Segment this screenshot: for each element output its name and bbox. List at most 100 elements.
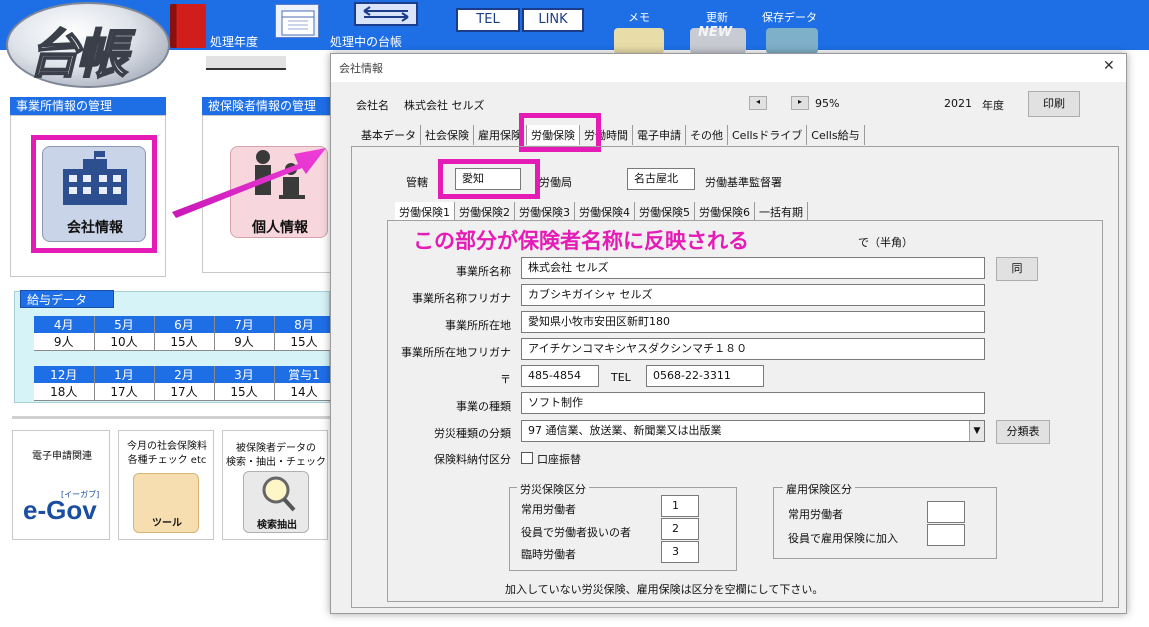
insured-section-header: 被保険者情報の管理 <box>202 97 342 115</box>
tools-label-2: 各種チェック etc <box>127 455 207 466</box>
count-cell: 9人 <box>214 333 275 351</box>
divider <box>12 416 330 419</box>
year-value-field[interactable] <box>206 56 286 70</box>
month-cell[interactable]: 6月 <box>154 316 215 333</box>
tab-e-application[interactable]: 電子申請 <box>633 125 686 145</box>
month-cell[interactable]: 4月 <box>34 316 95 333</box>
month-cell[interactable]: 12月 <box>34 366 95 383</box>
office-name-label: 事業所名称 <box>456 265 511 278</box>
link-button[interactable]: LINK <box>522 8 584 32</box>
close-icon[interactable]: ✕ <box>1103 58 1115 74</box>
subtab-labor-4[interactable]: 労働保険4 <box>575 202 635 222</box>
office-kana-input[interactable]: カブシキガイシャ セルズ <box>521 284 985 306</box>
tools-label-1: 今月の社会保険料 <box>127 441 207 452</box>
employment-row-input[interactable] <box>927 524 965 546</box>
print-button[interactable]: 印刷 <box>1028 91 1080 117</box>
zoom-out-button[interactable]: ◂ <box>749 96 767 110</box>
month-cell[interactable]: 1月 <box>94 366 155 383</box>
month-cell[interactable]: 7月 <box>214 316 275 333</box>
labor-bureau-suffix: 労働局 <box>539 176 572 189</box>
employment-row-label: 役員で雇用保険に加入 <box>788 532 898 545</box>
office-name-input[interactable]: 株式会社 セルズ <box>521 257 985 279</box>
book-icon[interactable] <box>170 4 206 48</box>
tools-panel[interactable]: 今月の社会保険料 各種チェック etc ツール <box>118 430 214 540</box>
count-cell: 18人 <box>34 383 95 401</box>
subtab-lump-sum[interactable]: 一括有期 <box>755 202 808 222</box>
count-cell: 15人 <box>214 383 275 401</box>
tools-icon[interactable]: ツール <box>133 473 199 533</box>
address-kana-input[interactable]: アイチケンコマキシヤスダクシンマチ１８０ <box>521 338 985 360</box>
tab-cells-drive[interactable]: Cellsドライブ <box>728 125 808 145</box>
tel-button[interactable]: TEL <box>456 8 520 32</box>
accident-row-label: 臨時労働者 <box>521 548 576 561</box>
annotation-tail: で（半角） <box>858 236 913 249</box>
payroll-header: 給与データ <box>20 290 114 308</box>
office-kana-label: 事業所名称フリガナ <box>412 292 511 305</box>
accident-group-title: 労災保険区分 <box>517 481 589 497</box>
same-button[interactable]: 同 <box>996 257 1038 281</box>
footer-note: 加入していない労災保険、雇用保険は区分を空欄にして下さい。 <box>505 583 824 596</box>
bank-transfer-label: 口座振替 <box>537 453 581 466</box>
month-cell[interactable]: 2月 <box>154 366 215 383</box>
tab-basic[interactable]: 基本データ <box>357 125 421 145</box>
month-cell[interactable]: 5月 <box>94 316 155 333</box>
subtab-labor-5[interactable]: 労働保険5 <box>635 202 695 222</box>
egov-logo: e-Gov <box>23 495 97 525</box>
magnifier-icon <box>262 476 296 512</box>
dialog-titlebar: 会社情報 ✕ <box>331 54 1126 82</box>
address-label: 事業所所在地 <box>445 319 511 332</box>
update-icon[interactable]: NEW <box>690 25 746 54</box>
employment-group-title: 雇用保険区分 <box>783 481 855 497</box>
building-icon <box>63 151 127 205</box>
office-section-header: 事業所情報の管理 <box>10 97 166 115</box>
business-type-input[interactable]: ソフト制作 <box>521 392 985 414</box>
month-cell[interactable]: 賞与1 <box>274 366 335 383</box>
inspection-office-input[interactable]: 名古屋北 <box>627 168 695 190</box>
month-cell[interactable]: 3月 <box>214 366 275 383</box>
memo-icon[interactable] <box>614 28 664 54</box>
accident-row-input[interactable]: 3 <box>661 541 699 563</box>
address-input[interactable]: 愛知県小牧市安田区新町180 <box>521 311 985 333</box>
subtab-labor-1[interactable]: 労働保険1 <box>395 202 455 222</box>
search-label-2: 検索・抽出・チェック <box>226 457 326 468</box>
subtab-labor-2[interactable]: 労働保険2 <box>455 202 515 222</box>
class-table-button[interactable]: 分類表 <box>996 420 1050 444</box>
search-panel[interactable]: 被保険者データの 検索・抽出・チェック 検索抽出 <box>222 430 328 540</box>
postal-input[interactable]: 485-4854 <box>521 365 599 387</box>
tel-label: TEL <box>611 371 631 384</box>
switch-ledger-icon[interactable] <box>354 2 418 26</box>
personal-info-label: 個人情報 <box>252 220 308 236</box>
payroll-grid-2: 12月 1月 2月 3月 賞与1 18人 17人 17人 15人 14人 <box>34 366 335 401</box>
subtab-labor-6[interactable]: 労働保険6 <box>695 202 755 222</box>
dialog-title: 会社情報 <box>339 62 383 75</box>
ledger-label: 処理中の台帳 <box>330 35 403 49</box>
annotation-arrow <box>172 148 326 218</box>
jurisdiction-highlight <box>438 159 540 199</box>
sub-tab-strip: 労働保険1 労働保険2 労働保険3 労働保険4 労働保険5 労働保険6 一括有期 <box>395 202 808 222</box>
postal-label: 〒 <box>500 373 511 386</box>
employment-row-label: 常用労働者 <box>788 508 843 521</box>
dropdown-arrow-icon[interactable]: ▼ <box>969 421 984 441</box>
payroll-grid-1: 4月 5月 6月 7月 8月 9人 10人 15人 9人 15人 <box>34 316 335 351</box>
search-extract-button[interactable]: 検索抽出 <box>243 471 309 533</box>
bank-transfer-checkbox[interactable] <box>521 452 533 464</box>
month-cell[interactable]: 8月 <box>274 316 335 333</box>
briefcase-icon[interactable] <box>766 28 818 54</box>
count-cell: 15人 <box>154 333 215 351</box>
tab-social-insurance[interactable]: 社会保険 <box>421 125 474 145</box>
tab-cells-payroll[interactable]: Cells給与 <box>807 125 865 145</box>
accident-class-select[interactable]: 97 通信業、放送業、新聞業又は出版業 ▼ <box>521 420 985 442</box>
zoom-in-button[interactable]: ▸ <box>791 96 809 110</box>
company-info-button[interactable]: 会社情報 <box>42 146 146 242</box>
accident-row-input[interactable]: 2 <box>661 518 699 540</box>
save-data-label: 保存データ <box>762 11 817 24</box>
subtab-labor-3[interactable]: 労働保険3 <box>515 202 575 222</box>
calendar-icon[interactable] <box>275 4 319 38</box>
employment-row-input[interactable] <box>927 501 965 523</box>
app-logo[interactable]: 台帳 <box>6 2 170 88</box>
accident-row-input[interactable]: 1 <box>661 495 699 517</box>
tab-other[interactable]: その他 <box>686 125 728 145</box>
tel-input[interactable]: 0568-22-3311 <box>646 365 764 387</box>
inspection-office-suffix: 労働基準監督署 <box>705 176 782 189</box>
egov-panel[interactable]: 電子申請関連 [イーガブ] e-Gov <box>12 430 110 540</box>
